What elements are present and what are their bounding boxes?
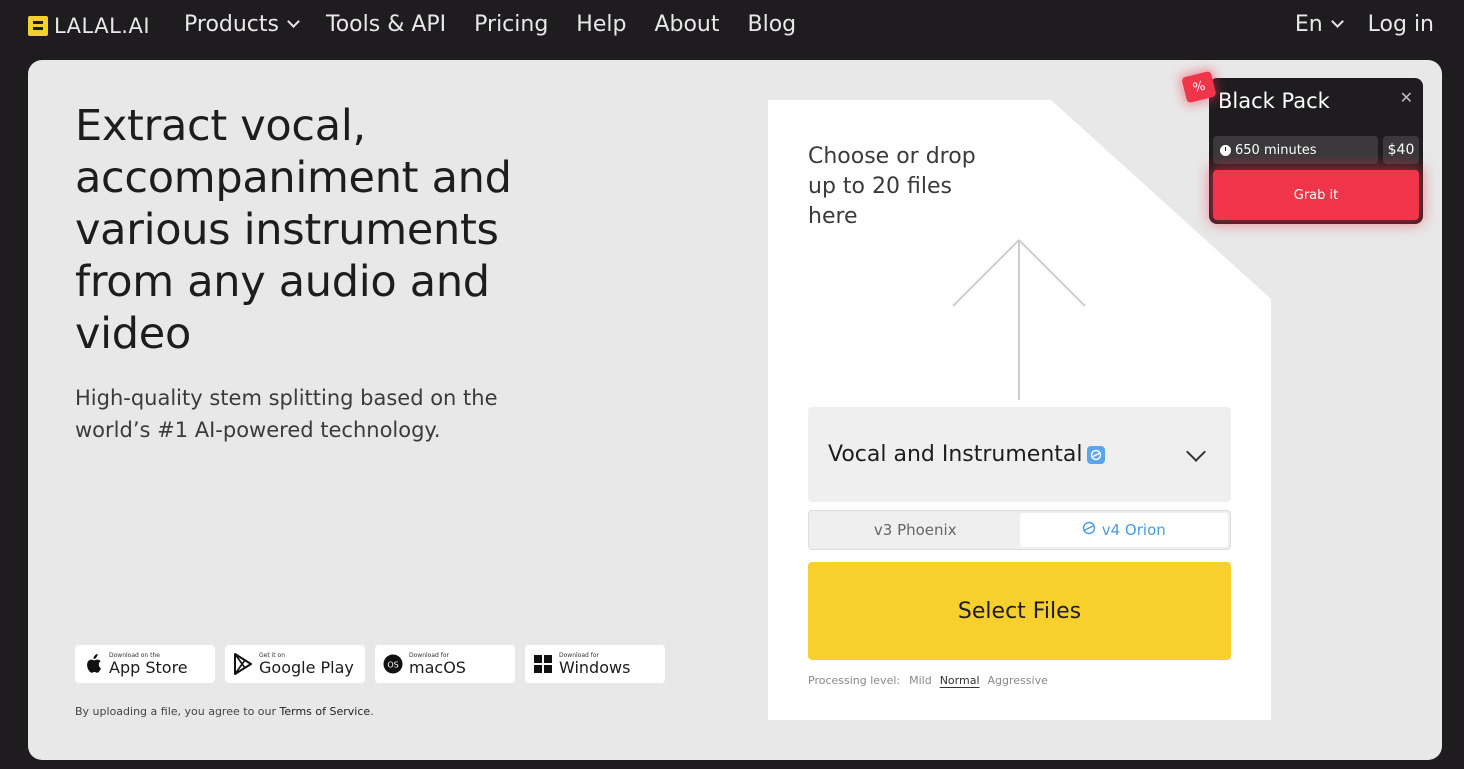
stem-type-dropdown[interactable]: Vocal and Instrumental: [808, 407, 1231, 502]
promo-title: Black Pack: [1218, 89, 1330, 113]
nav-about[interactable]: About: [654, 12, 719, 37]
nav-help-label: Help: [576, 12, 627, 37]
orion-icon: [1082, 521, 1096, 539]
store-name: Google Play: [259, 657, 354, 677]
chevron-down-icon: [1330, 15, 1344, 28]
language-selector[interactable]: En: [1294, 12, 1344, 37]
chevron-down-icon: [287, 15, 300, 28]
promo-minutes: 650 minutes: [1213, 136, 1378, 164]
logo[interactable]: LALAL.AI: [28, 14, 150, 38]
stem-type-label: Vocal and Instrumental: [828, 442, 1083, 467]
login-link[interactable]: Log in: [1368, 12, 1434, 37]
apple-icon: [83, 653, 103, 675]
processing-level-label: Processing level:: [808, 674, 901, 687]
macos-button[interactable]: OS Download for macOS: [375, 645, 515, 683]
windows-button[interactable]: Download for Windows: [525, 645, 665, 683]
page-subtitle: High-quality stem splitting based on the…: [75, 386, 498, 442]
macos-icon: OS: [383, 653, 403, 675]
terms-of-service-link[interactable]: Terms of Service: [280, 705, 371, 718]
app-store-button[interactable]: Download on the App Store: [75, 645, 215, 683]
processing-level: Processing level: Mild Normal Aggressive: [808, 674, 1048, 687]
promo-minutes-label: 650 minutes: [1235, 142, 1317, 158]
top-nav: LALAL.AI Products Tools & API Pricing He…: [0, 0, 1464, 56]
logo-icon: [28, 16, 48, 36]
windows-icon: [533, 653, 553, 675]
store-name: App Store: [109, 657, 188, 677]
processing-normal[interactable]: Normal: [940, 674, 980, 687]
google-play-button[interactable]: Get it on Google Play: [225, 645, 365, 683]
nav-blog-label: Blog: [747, 12, 797, 37]
svg-text:OS: OS: [387, 661, 398, 670]
store-name: macOS: [409, 657, 466, 677]
version-v4-orion[interactable]: v4 Orion: [1019, 513, 1228, 547]
nav-right: En Log in: [1295, 12, 1434, 37]
terms-suffix: .: [370, 705, 374, 718]
nav-blog[interactable]: Blog: [748, 12, 797, 37]
processing-aggressive[interactable]: Aggressive: [988, 674, 1048, 687]
dropzone-hint: Choose or drop up to 20 files here: [808, 144, 976, 229]
nav-about-label: About: [654, 12, 720, 37]
select-files-button[interactable]: Select Files: [808, 562, 1231, 660]
app-store-links: Download on the App Store Get it on Goog…: [75, 645, 665, 683]
upload-panel[interactable]: Choose or drop up to 20 files here Vocal…: [768, 100, 1271, 720]
nav-products[interactable]: Products: [184, 12, 300, 37]
model-version-toggle: v3 Phoenix v4 Orion: [808, 510, 1231, 550]
nav-help[interactable]: Help: [576, 12, 626, 37]
chevron-down-icon: [1186, 442, 1206, 462]
nav-links: Products Tools & API Pricing Help About …: [184, 12, 796, 37]
nav-pricing[interactable]: Pricing: [474, 12, 548, 37]
store-name: Windows: [559, 657, 631, 677]
nav-tools-api[interactable]: Tools & API: [326, 12, 446, 37]
page-title: Extract vocal, accompaniment and various…: [75, 101, 512, 359]
promo-popup: Black Pack ✕ 650 minutes $40 Grab it: [1209, 78, 1423, 224]
orion-icon: [1086, 445, 1105, 464]
grab-it-button[interactable]: Grab it: [1213, 170, 1419, 220]
google-play-icon: [233, 653, 253, 675]
close-icon[interactable]: ✕: [1400, 88, 1413, 107]
terms-prefix: By uploading a file, you agree to our: [75, 705, 277, 718]
upload-arrow-icon: [952, 239, 1086, 400]
language-label: En: [1294, 12, 1323, 37]
promo-price: $40: [1383, 136, 1419, 164]
version-label: v3 Phoenix: [873, 521, 957, 539]
clock-icon: [1220, 144, 1231, 156]
version-v3-phoenix[interactable]: v3 Phoenix: [811, 513, 1020, 547]
terms-notice: By uploading a file, you agree to our Te…: [75, 705, 374, 718]
processing-mild[interactable]: Mild: [909, 674, 932, 687]
version-label: v4 Orion: [1101, 521, 1166, 539]
logo-text: LALAL.AI: [54, 14, 151, 38]
nav-tools-api-label: Tools & API: [326, 12, 447, 37]
nav-pricing-label: Pricing: [474, 12, 549, 37]
nav-products-label: Products: [184, 12, 279, 37]
